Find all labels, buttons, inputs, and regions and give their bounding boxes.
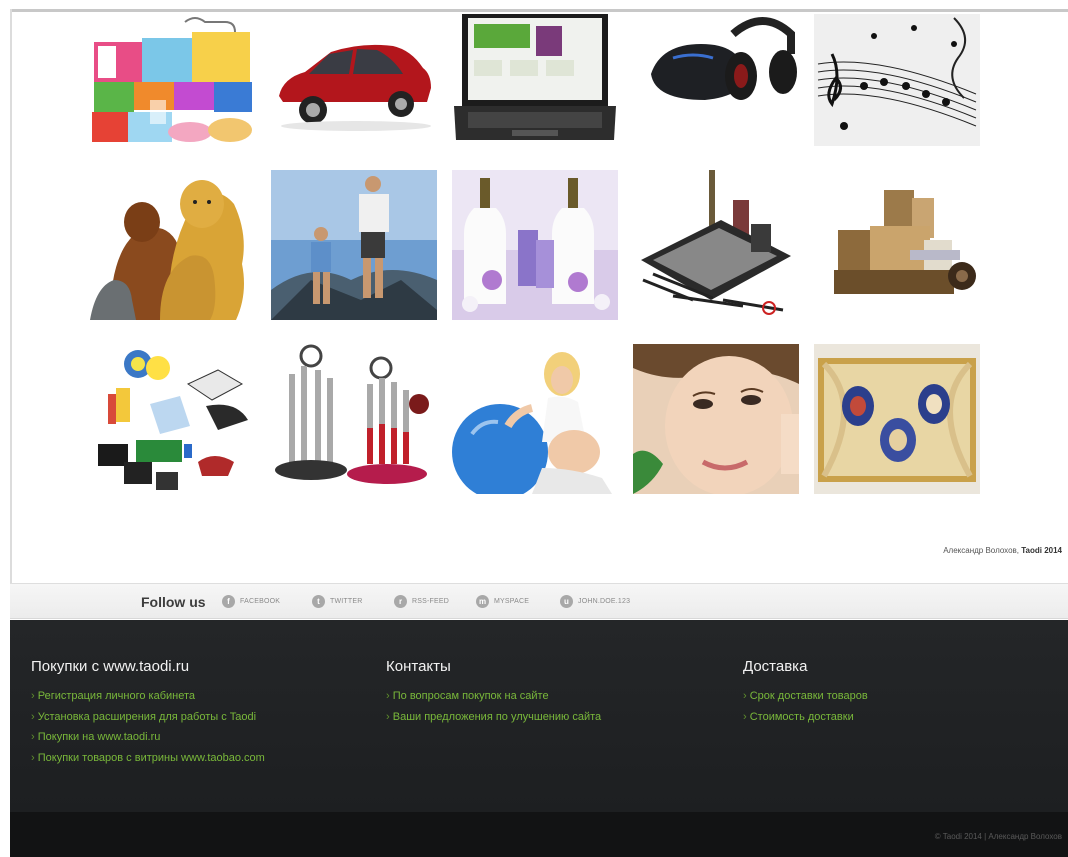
facebook-icon: f <box>222 595 235 608</box>
footer-link-taobao-purchases[interactable]: Покупки товаров с витрины www.taobao.com <box>31 748 265 769</box>
myspace-icon: m <box>476 595 489 608</box>
credit-brand: Taodi 2014 <box>1021 546 1062 555</box>
footer-link-delivery-cost[interactable]: Стоимость доставки <box>743 707 868 728</box>
footer-heading-contacts: Контакты <box>386 658 451 675</box>
site-footer: Покупки с www.taodi.ru Регистрация лично… <box>10 620 1068 812</box>
product-tile-building[interactable] <box>814 170 980 320</box>
footer-link-delivery-time[interactable]: Срок доставки товаров <box>743 686 868 707</box>
laptop-image <box>452 14 618 146</box>
product-tile-cars[interactable] <box>271 14 437 146</box>
footer-link-extension[interactable]: Установка расширения для работы с Taodi <box>31 707 265 728</box>
pregnant-woman-ball-image <box>452 344 618 494</box>
stationery-image <box>90 344 256 494</box>
footer-heading-delivery: Доставка <box>743 658 808 675</box>
social-link-facebook[interactable]: f FACEBOOK <box>222 595 280 608</box>
tools-image <box>633 170 799 320</box>
social-link-rss[interactable]: r RSS-FEED <box>394 595 449 608</box>
product-tile-sport[interactable] <box>271 170 437 320</box>
hikers-image <box>271 170 437 320</box>
photo-credit: Александр Волохов, Taodi 2014 <box>943 546 1062 555</box>
twitter-icon: t <box>312 595 325 608</box>
footer-column-shopping: Покупки с www.taodi.ru Регистрация лично… <box>31 658 265 768</box>
footer-link-taodi-purchases[interactable]: Покупки на www.taodi.ru <box>31 727 265 748</box>
building-materials-image <box>814 170 980 320</box>
follow-us-title: Follow us <box>141 594 206 610</box>
footer-link-suggestions[interactable]: Ваши предложения по улучшению сайта <box>386 707 601 728</box>
household-goods-image <box>90 14 256 146</box>
page: Александр Волохов, Taodi 2014 Follow us … <box>0 0 1068 857</box>
product-tile-stationery[interactable] <box>90 344 256 494</box>
woman-face-image <box>633 344 799 494</box>
product-tile-gifts[interactable] <box>814 344 980 494</box>
product-tile-pets[interactable] <box>90 170 256 320</box>
user-icon: u <box>560 595 573 608</box>
social-label-user: JOHN.DOE.123 <box>578 598 631 605</box>
product-tile-music[interactable] <box>814 14 980 146</box>
product-tile-maternity[interactable] <box>452 344 618 494</box>
product-tile-wedding[interactable] <box>452 170 618 320</box>
social-label-facebook: FACEBOOK <box>240 598 281 605</box>
left-divider <box>10 9 12 584</box>
follow-us-bar: Follow us f FACEBOOK t TWITTER r RSS-FEE… <box>10 583 1068 619</box>
social-link-twitter[interactable]: t TWITTER <box>312 595 363 608</box>
copyright-text: © Taodi 2014 | Александр Волохов <box>934 832 1062 841</box>
product-tile-tools[interactable] <box>633 170 799 320</box>
social-label-rss: RSS-FEED <box>412 598 449 605</box>
product-tile-household[interactable] <box>90 14 256 146</box>
mouse-headphones-image <box>633 14 799 146</box>
product-tile-accessories[interactable] <box>633 14 799 146</box>
car-image <box>271 14 437 146</box>
footer-heading-shopping: Покупки с www.taodi.ru <box>31 658 190 675</box>
product-tile-beauty[interactable] <box>633 344 799 494</box>
rss-icon: r <box>394 595 407 608</box>
dogs-cat-image <box>90 170 256 320</box>
footer-column-delivery: Доставка Срок доставки товаров Стоимость… <box>743 658 868 727</box>
social-link-myspace[interactable]: m MYSPACE <box>476 595 529 608</box>
music-notes-image <box>814 14 980 146</box>
product-tile-kitchen[interactable] <box>271 344 437 494</box>
footer-column-contacts: Контакты По вопросам покупок на сайте Ва… <box>386 658 601 727</box>
social-link-user[interactable]: u JOHN.DOE.123 <box>560 595 630 608</box>
product-tile-computers[interactable] <box>452 14 618 146</box>
kitchen-utensils-image <box>271 344 437 494</box>
social-label-myspace: MYSPACE <box>494 598 530 605</box>
top-divider <box>10 9 1068 12</box>
footer-bottom-bar: © Taodi 2014 | Александр Волохов <box>10 812 1068 857</box>
footer-link-purchase-questions[interactable]: По вопросам покупок на сайте <box>386 686 601 707</box>
credit-author: Александр Волохов, <box>943 546 1022 555</box>
footer-link-registration[interactable]: Регистрация личного кабинета <box>31 686 265 707</box>
product-category-grid <box>90 14 980 494</box>
wedding-bottles-image <box>452 170 618 320</box>
social-label-twitter: TWITTER <box>330 598 363 605</box>
decorated-eggs-box-image <box>814 344 980 494</box>
